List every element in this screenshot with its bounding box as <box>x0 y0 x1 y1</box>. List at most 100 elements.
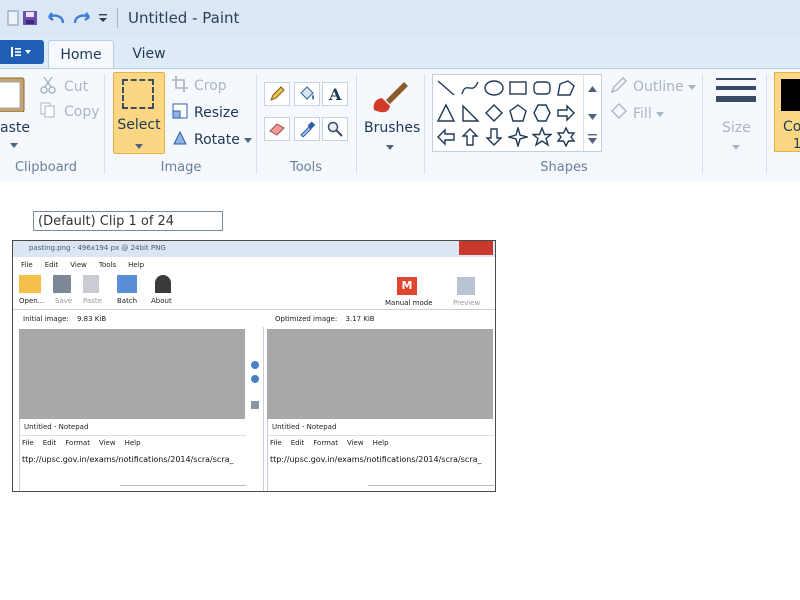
copy-label: Copy <box>64 104 100 120</box>
shot-menu: File Edit View Tools Help <box>21 261 144 269</box>
title-divider <box>117 8 118 28</box>
shot-close-icon <box>459 241 493 255</box>
rotate-button[interactable]: Rotate <box>172 130 252 150</box>
pasted-screenshot[interactable]: pasting.png - 496x194 px @ 24bit PNG Fil… <box>12 240 496 492</box>
shot-notepad-menu: File Edit Format View Help <box>22 439 141 447</box>
paste-chevron-icon[interactable] <box>10 138 18 148</box>
rectangle-shape-icon[interactable] <box>507 77 529 99</box>
crop-button[interactable]: Crop <box>172 76 227 96</box>
separator <box>104 74 105 174</box>
rotate-icon <box>172 130 190 150</box>
hexagon-shape-icon[interactable] <box>531 102 553 124</box>
save-icon[interactable] <box>20 8 40 28</box>
brush-icon[interactable] <box>368 76 410 118</box>
shot-notepad-menu-item: File <box>270 439 282 447</box>
shot-zoom-in-icon <box>251 361 259 369</box>
shot-notepad-menu-item: Edit <box>42 439 57 447</box>
five-point-star-shape-icon[interactable] <box>531 126 553 148</box>
shot-toolbar-paste: Paste <box>83 297 102 305</box>
curve-shape-icon[interactable] <box>459 77 481 99</box>
select-chevron-icon[interactable] <box>135 139 143 154</box>
brushes-chevron-icon[interactable] <box>386 140 394 155</box>
clipboard-group-label: Clipboard <box>14 160 78 175</box>
window-title: Untitled - Paint <box>128 9 240 27</box>
oval-shape-icon[interactable] <box>483 77 505 99</box>
svg-text:A: A <box>328 86 342 102</box>
tab-home[interactable]: Home <box>48 40 114 69</box>
left-arrow-shape-icon[interactable] <box>435 126 457 148</box>
right-arrow-shape-icon[interactable] <box>555 102 577 124</box>
shot-notepad-menu-item: Format <box>65 439 90 447</box>
text-icon[interactable]: A <box>322 82 348 106</box>
fill-bucket-icon[interactable] <box>294 82 320 106</box>
rounded-rectangle-shape-icon[interactable] <box>531 77 553 99</box>
resize-button[interactable]: Resize <box>172 103 239 123</box>
app-icon[interactable] <box>6 8 20 28</box>
six-point-star-shape-icon[interactable] <box>555 126 577 148</box>
pentagon-shape-icon[interactable] <box>507 102 529 124</box>
up-arrow-shape-icon[interactable] <box>459 126 481 148</box>
shot-notepad-right: Untitled - Notepad File Edit Format View… <box>267 419 494 491</box>
fill-button[interactable]: Fill <box>610 103 664 125</box>
copy-icon <box>40 102 60 122</box>
shot-split-divider <box>263 327 264 491</box>
brushes-button[interactable]: Brushes <box>364 120 420 136</box>
pencil-icon[interactable] <box>264 82 290 106</box>
fill-label: Fill <box>633 106 652 122</box>
color1-sublabel: 1 <box>793 137 800 152</box>
shot-menu-item: Edit <box>44 261 59 269</box>
shot-initial-label: Initial image: 9.83 KiB <box>23 315 106 323</box>
color-picker-icon[interactable] <box>294 117 320 141</box>
shot-notepad-scroll <box>120 485 246 486</box>
gallery-expand-icon[interactable] <box>588 133 597 148</box>
undo-icon[interactable] <box>44 8 68 28</box>
crop-label: Crop <box>194 78 227 94</box>
shot-notepad-menu-item: File <box>22 439 34 447</box>
shot-save-icon <box>53 275 71 293</box>
down-arrow-shape-icon[interactable] <box>483 126 505 148</box>
select-button[interactable]: Select <box>113 72 165 154</box>
shot-notepad-title: Untitled - Notepad <box>24 423 89 431</box>
resize-label: Resize <box>194 105 239 121</box>
magnifier-icon[interactable] <box>322 117 348 141</box>
shot-notepad-scroll <box>368 485 494 486</box>
cut-button[interactable]: Cut <box>40 76 88 98</box>
shot-zoom-out-icon <box>251 375 259 383</box>
shot-menu-item: Tools <box>98 261 117 269</box>
paste-icon[interactable] <box>0 76 26 113</box>
file-menu-button[interactable] <box>0 40 44 64</box>
separator <box>356 74 357 174</box>
shapes-group-label: Shapes <box>540 160 588 175</box>
size-chevron-icon[interactable] <box>732 140 740 155</box>
shot-notepad-menu-item: View <box>346 439 364 447</box>
gallery-down-icon[interactable] <box>588 109 597 124</box>
copy-button[interactable]: Copy <box>40 102 100 122</box>
separator <box>702 74 703 174</box>
polygon-shape-icon[interactable] <box>555 77 577 99</box>
separator <box>766 74 767 174</box>
outline-label: Outline <box>633 79 684 95</box>
outline-button[interactable]: Outline <box>610 76 696 98</box>
paste-button[interactable]: aste <box>0 120 30 136</box>
right-triangle-shape-icon[interactable] <box>459 102 481 124</box>
shot-initial-text: Initial image: <box>23 315 69 323</box>
shot-notepad-title: Untitled - Notepad <box>272 423 337 431</box>
line-shape-icon[interactable] <box>435 77 457 99</box>
color1-label: Co <box>783 119 800 135</box>
shot-notepad-divider <box>268 435 494 436</box>
gallery-up-icon[interactable] <box>588 81 597 96</box>
rotate-chevron-icon[interactable] <box>243 132 252 148</box>
triangle-shape-icon[interactable] <box>435 102 457 124</box>
tab-view[interactable]: View <box>120 40 178 68</box>
color1-button[interactable]: Co 1 <box>774 72 800 152</box>
size-button[interactable]: Size <box>722 120 751 136</box>
eraser-icon[interactable] <box>264 117 290 141</box>
shot-initial-preview <box>19 329 245 419</box>
four-point-star-shape-icon[interactable] <box>507 126 529 148</box>
shapes-gallery <box>432 74 602 152</box>
redo-icon[interactable] <box>70 8 94 28</box>
tools-group-label: Tools <box>289 160 323 175</box>
customize-chevron-icon[interactable] <box>96 8 110 28</box>
diamond-shape-icon[interactable] <box>483 102 505 124</box>
size-lines-icon[interactable] <box>716 78 756 110</box>
